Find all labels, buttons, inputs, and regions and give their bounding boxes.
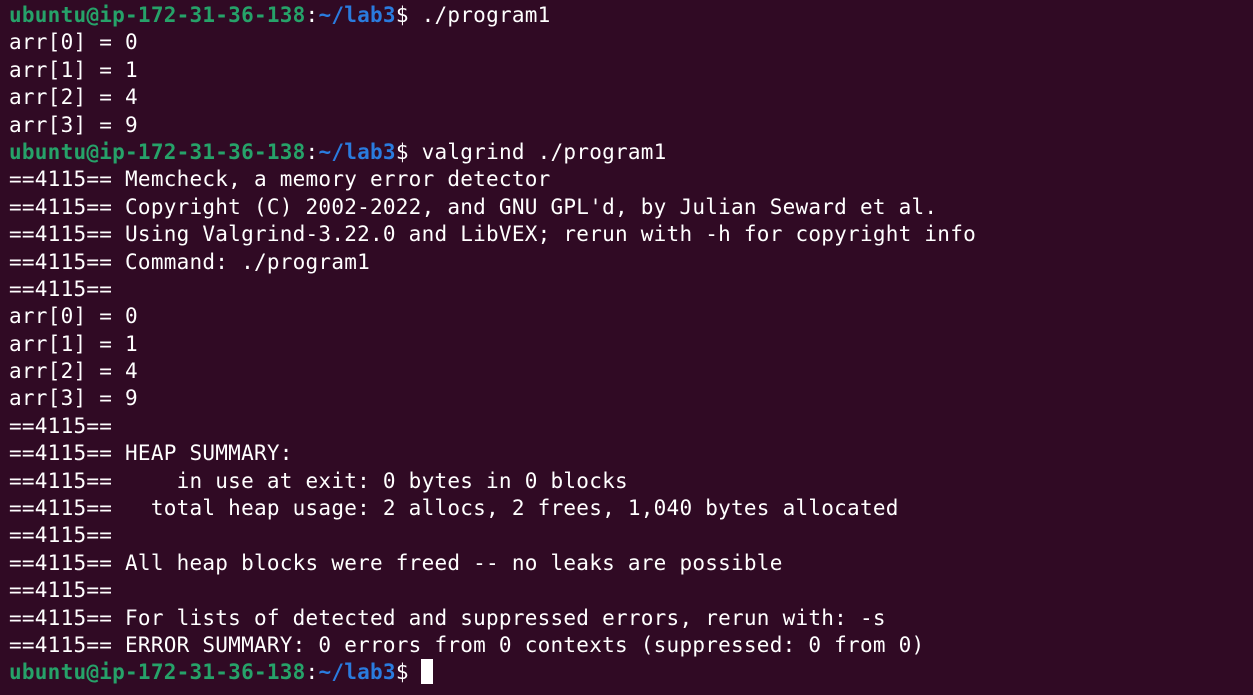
valgrind-line: ==4115== For lists of detected and suppr… [9,605,886,630]
valgrind-line: ==4115== Using Valgrind-3.22.0 and LibVE… [9,222,976,247]
valgrind-line: ==4115== All heap blocks were freed -- n… [9,550,783,575]
prompt-symbol: $ [395,660,409,685]
valgrind-line: ==4115== [9,276,113,301]
valgrind-line: ==4115== Copyright (C) 2002-2022, and GN… [9,194,938,219]
output-line: arr[1] = 1 [9,331,138,356]
prompt-path: ~/lab3 [318,660,396,685]
output-line: arr[2] = 4 [9,359,138,384]
output-line: arr[0] = 0 [9,30,138,55]
prompt-separator: : [305,3,319,27]
prompt-path: ~/lab3 [318,3,396,27]
output-line: arr[0] = 0 [9,304,138,329]
text-cursor[interactable] [420,659,433,685]
prompt-separator: : [305,660,319,685]
prompt-line-current[interactable]: ubuntu@ip-172-31-36-138:~/lab3$ [9,659,1253,686]
valgrind-line: ==4115== [9,578,113,603]
command-text: valgrind ./program1 [408,139,667,164]
prompt-line-2: ubuntu@ip-172-31-36-138:~/lab3$ valgrind… [9,139,1253,166]
valgrind-line: ==4115== in use at exit: 0 bytes in 0 bl… [9,468,628,493]
output-line: arr[3] = 9 [9,112,138,137]
valgrind-line: ==4115== total heap usage: 2 allocs, 2 f… [9,496,899,521]
output-line: arr[2] = 4 [9,85,138,110]
terminal-window[interactable]: ubuntu@ip-172-31-36-138:~/lab3$ ./progra… [0,0,1253,695]
valgrind-line: ==4115== [9,413,113,438]
prompt-user-host: ubuntu@ip-172-31-36-138 [9,660,306,685]
prompt-separator: : [305,139,319,164]
prompt-line-1: ubuntu@ip-172-31-36-138:~/lab3$ ./progra… [9,2,1253,29]
prompt-symbol: $ [395,3,409,27]
command-text: ./program1 [408,3,551,27]
prompt-user-host: ubuntu@ip-172-31-36-138 [9,139,306,164]
output-line: arr[1] = 1 [9,57,138,82]
prompt-path: ~/lab3 [318,139,396,164]
prompt-symbol: $ [395,139,409,164]
valgrind-line: ==4115== ERROR SUMMARY: 0 errors from 0 … [9,632,925,657]
valgrind-line: ==4115== Command: ./program1 [9,249,371,274]
output-line: arr[3] = 9 [9,386,138,411]
prompt-user-host: ubuntu@ip-172-31-36-138 [9,3,306,27]
valgrind-line: ==4115== HEAP SUMMARY: [9,441,293,466]
valgrind-line: ==4115== [9,523,113,548]
valgrind-line: ==4115== Memcheck, a memory error detect… [9,167,551,192]
